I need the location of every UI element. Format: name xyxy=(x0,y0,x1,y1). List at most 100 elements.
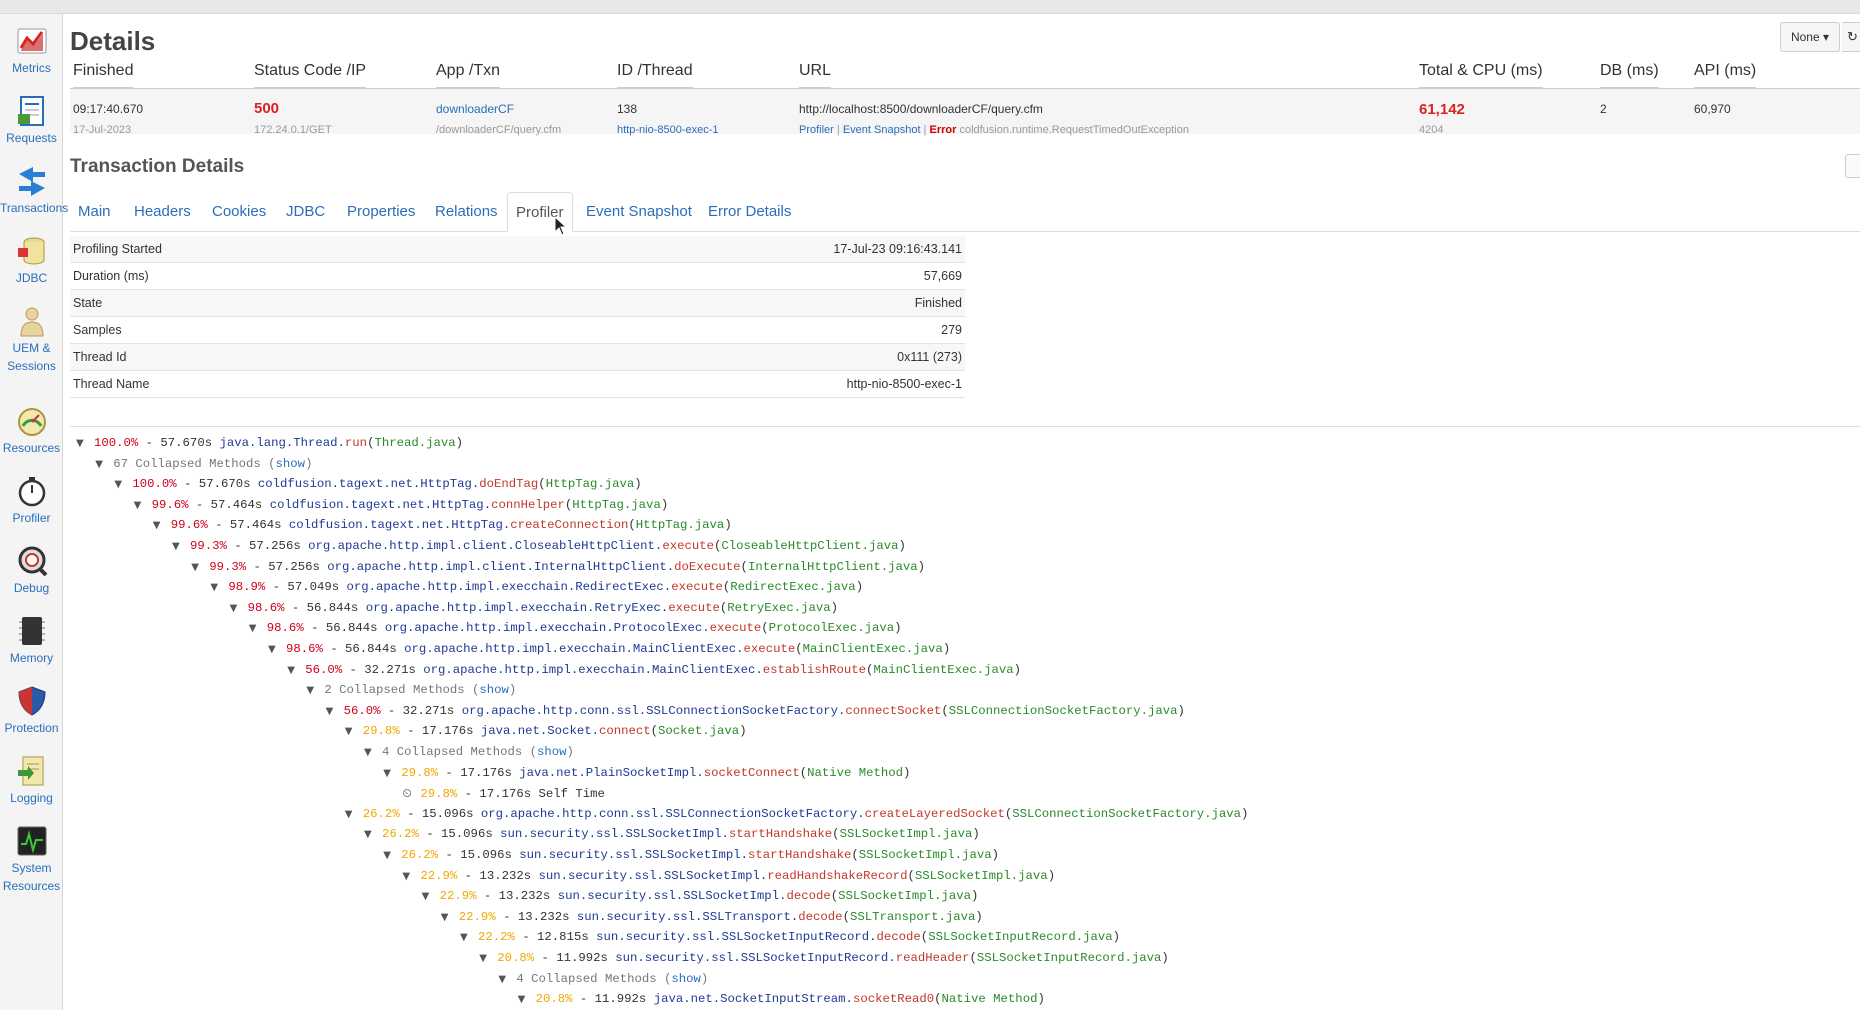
shield-icon xyxy=(17,686,46,716)
tree-node[interactable]: ▼ 98.9% - 57.049s org.apache.http.impl.ex… xyxy=(210,577,863,597)
tree-node[interactable]: ▼ 98.6% - 56.844s org.apache.http.impl.ex… xyxy=(230,598,838,618)
expand-triangle-icon[interactable]: ▼ xyxy=(441,908,459,928)
expand-triangle-icon[interactable]: ▼ xyxy=(268,640,286,660)
sidebar-item-jdbc[interactable]: JDBC xyxy=(0,234,63,289)
tree-node[interactable]: ▼ 22.9% - 13.232s sun.security.ssl.SSLTra… xyxy=(441,907,983,927)
tree-node[interactable]: ▼ 26.2% - 15.096s sun.security.ssl.SSLSoc… xyxy=(383,845,999,865)
error-text: coldfusion.runtime.RequestTimedOutExcept… xyxy=(956,124,1189,136)
expand-triangle-icon[interactable]: ▼ xyxy=(364,743,382,763)
tree-node[interactable]: ▼ 100.0% - 57.670s java.lang.Thread.run(T… xyxy=(76,433,463,453)
node-percent: 22.9% xyxy=(420,868,458,883)
tree-node[interactable]: ▼ 99.6% - 57.464s coldfusion.tagext.net.H… xyxy=(153,515,732,535)
refresh-button[interactable]: ↻ xyxy=(1842,22,1860,52)
expand-triangle-icon[interactable]: ▼ xyxy=(249,619,267,639)
node-percent: 29.8% xyxy=(420,787,458,802)
expand-triangle-icon[interactable]: ▼ xyxy=(306,681,324,701)
sidebar-item-resources[interactable]: Resources xyxy=(0,404,63,459)
info-value: Finished xyxy=(914,296,962,310)
tree-node[interactable]: ▼ 26.2% - 15.096s org.apache.http.conn.ss… xyxy=(345,804,1249,824)
filter-dropdown[interactable]: None ▾ xyxy=(1780,22,1840,52)
paren: ) xyxy=(700,971,709,986)
tree-node[interactable]: ▼ 98.6% - 56.844s org.apache.http.impl.ex… xyxy=(268,639,950,659)
expand-triangle-icon[interactable]: ▼ xyxy=(383,764,401,784)
collapsed-methods-node[interactable]: ▼ 2 Collapsed Methods (show) xyxy=(306,680,516,700)
tree-node[interactable]: ▼ 99.3% - 57.256s org.apache.http.impl.cl… xyxy=(172,536,906,556)
sidebar-item-requests[interactable]: Requests xyxy=(0,94,63,149)
col-header-total: Total & CPU (ms) xyxy=(1419,62,1543,88)
expand-triangle-icon[interactable]: ▼ xyxy=(460,928,478,948)
tree-node[interactable]: ▼ 100.0% - 57.670s coldfusion.tagext.net.… xyxy=(114,474,641,494)
expand-triangle-icon[interactable]: ▼ xyxy=(230,599,248,619)
expand-triangle-icon[interactable]: ▼ xyxy=(95,455,113,475)
node-percent: 98.6% xyxy=(247,600,285,615)
expand-triangle-icon[interactable]: ▼ xyxy=(422,887,440,907)
expand-triangle-icon[interactable]: ▼ xyxy=(479,949,497,969)
event-snapshot-link[interactable]: Event Snapshot xyxy=(843,124,921,136)
tree-node[interactable]: ▼ 22.9% - 13.232s sun.security.ssl.SSLSoc… xyxy=(402,866,1055,886)
tab-jdbc[interactable]: JDBC xyxy=(278,192,333,232)
tree-node[interactable]: ▼ 56.0% - 32.271s org.apache.http.conn.ss… xyxy=(326,701,1185,721)
app-link[interactable]: downloaderCF xyxy=(436,102,514,116)
tree-node[interactable]: ▼ 22.2% - 12.815s sun.security.ssl.SSLSoc… xyxy=(460,927,1120,947)
tree-node[interactable]: ▼ 22.9% - 13.232s sun.security.ssl.SSLSoc… xyxy=(422,886,979,906)
tree-node[interactable]: ▼ 29.8% - 17.176s java.net.PlainSocketImp… xyxy=(383,763,910,783)
collapsed-methods-node[interactable]: ▼ 4 Collapsed Methods (show) xyxy=(498,969,708,989)
tree-node[interactable]: ▼ 20.8% - 11.992s sun.security.ssl.SSLSoc… xyxy=(479,948,1169,968)
show-link[interactable]: show xyxy=(671,972,701,986)
sidebar-item-metrics[interactable]: Metrics xyxy=(0,24,63,79)
tree-node[interactable]: ▼ 29.8% - 17.176s java.net.Socket.connect… xyxy=(345,721,747,741)
expand-triangle-icon[interactable]: ▼ xyxy=(191,558,209,578)
expand-triangle-icon[interactable]: ▼ xyxy=(153,516,171,536)
show-link[interactable]: show xyxy=(276,457,306,471)
expand-triangle-icon[interactable]: ▼ xyxy=(345,722,363,742)
expand-triangle-icon[interactable]: ▼ xyxy=(518,990,536,1010)
tab-cookies[interactable]: Cookies xyxy=(204,192,274,232)
tree-node[interactable]: ▼ 99.6% - 57.464s coldfusion.tagext.net.H… xyxy=(134,495,669,515)
tab-main[interactable]: Main xyxy=(70,192,119,232)
tab-error-details[interactable]: Error Details xyxy=(700,192,799,232)
expand-triangle-icon[interactable]: ▼ xyxy=(114,475,132,495)
sidebar-item-profiler[interactable]: Profiler xyxy=(0,474,63,529)
sidebar-item-logging[interactable]: Logging xyxy=(0,754,63,809)
sidebar-item-memory[interactable]: Memory xyxy=(0,614,63,669)
collapsed-methods-node[interactable]: ▼ 67 Collapsed Methods (show) xyxy=(95,454,312,474)
expand-triangle-icon[interactable]: ▼ xyxy=(287,661,305,681)
tree-node[interactable]: ▼ 99.3% - 57.256s org.apache.http.impl.cl… xyxy=(191,557,925,577)
show-link[interactable]: show xyxy=(479,683,509,697)
paren: ( xyxy=(650,724,659,739)
collapsed-methods-node[interactable]: ▼ 4 Collapsed Methods (show) xyxy=(364,742,574,762)
node-source: SSLTransport.java xyxy=(849,909,976,924)
expand-triangle-icon[interactable]: ▼ xyxy=(498,970,516,990)
sidebar-item-debug[interactable]: Debug xyxy=(0,544,63,599)
paren: ) xyxy=(566,745,574,759)
tab-relations[interactable]: Relations xyxy=(427,192,506,232)
expand-triangle-icon[interactable]: ▼ xyxy=(383,846,401,866)
collapse-button[interactable] xyxy=(1845,154,1860,178)
tree-node[interactable]: ▼ 26.2% - 15.096s sun.security.ssl.SSLSoc… xyxy=(364,824,980,844)
expand-triangle-icon[interactable]: ▼ xyxy=(76,434,94,454)
show-link[interactable]: show xyxy=(537,745,567,759)
thread-link[interactable]: http-nio-8500-exec-1 xyxy=(617,124,719,136)
expand-triangle-icon[interactable]: ▼ xyxy=(134,496,152,516)
sidebar-item-protection[interactable]: Protection xyxy=(0,684,63,739)
expand-triangle-icon[interactable]: ▼ xyxy=(210,578,228,598)
self-time-node: ⏲ 29.8% - 17.176s Self Time xyxy=(402,783,605,803)
node-source: RetryExec.java xyxy=(727,600,831,615)
tab-properties[interactable]: Properties xyxy=(339,192,423,232)
expand-triangle-icon[interactable]: ▼ xyxy=(345,805,363,825)
node-method: establishRoute xyxy=(762,662,867,677)
tree-node[interactable]: ▼ 20.8% - 11.992s java.net.SocketInputStr… xyxy=(518,989,1045,1009)
expand-triangle-icon[interactable]: ▼ xyxy=(326,702,344,722)
error-label[interactable]: Error xyxy=(929,124,956,136)
expand-triangle-icon[interactable]: ▼ xyxy=(402,867,420,887)
profiler-link[interactable]: Profiler xyxy=(799,124,834,136)
expand-triangle-icon[interactable]: ▼ xyxy=(172,537,190,557)
expand-triangle-icon[interactable]: ▼ xyxy=(364,825,382,845)
sidebar-item-transactions[interactable]: Transactions xyxy=(0,164,68,219)
tree-node[interactable]: ▼ 98.6% - 56.844s org.apache.http.impl.ex… xyxy=(249,618,902,638)
tab-event-snapshot[interactable]: Event Snapshot xyxy=(578,192,700,232)
sidebar-item-uem-sessions[interactable]: UEM & Sessions xyxy=(0,304,63,373)
sidebar-item-system-resources[interactable]: System Resources xyxy=(0,824,63,893)
tab-headers[interactable]: Headers xyxy=(126,192,199,232)
tree-node[interactable]: ▼ 56.0% - 32.271s org.apache.http.impl.ex… xyxy=(287,660,1021,680)
